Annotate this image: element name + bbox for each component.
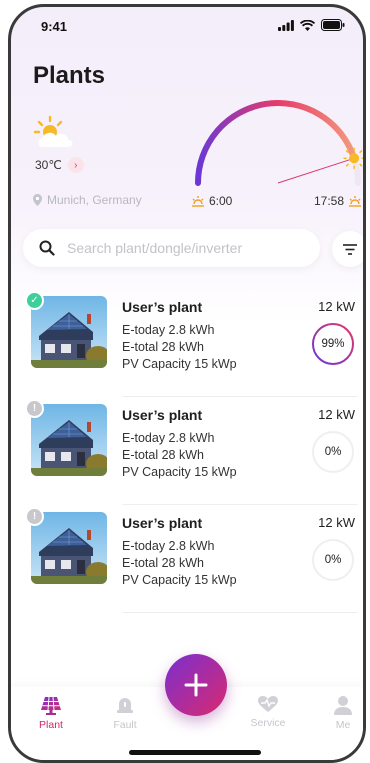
plant-item[interactable]: ! User’s plant E-today 2.8 kWh E-total 2… [11, 397, 363, 505]
location: Munich, Germany [33, 193, 142, 207]
wifi-icon [300, 19, 315, 31]
plant-image [31, 404, 107, 476]
pv-capacity: PV Capacity 15 kWp [122, 465, 237, 479]
sunset: 17:58 [314, 194, 362, 208]
status-warning-icon: ! [25, 399, 44, 418]
sunset-icon [349, 196, 362, 207]
e-total: E-total 28 kWh [122, 340, 204, 354]
status-bar: 9:41 [11, 7, 363, 47]
percent-label: 0% [324, 554, 342, 566]
tab-me[interactable]: Me [313, 695, 363, 731]
status-icons [278, 19, 345, 31]
tab-label: Fault [113, 719, 137, 731]
tab-label: Plant [39, 719, 63, 731]
sun-path-gauge [195, 99, 363, 186]
pv-capacity: PV Capacity 15 kWp [122, 357, 237, 371]
sunrise-icon [192, 196, 204, 207]
battery-icon [321, 19, 345, 31]
home-indicator [129, 750, 261, 755]
signal-icon [278, 19, 294, 31]
plant-power: 12 kW [318, 515, 355, 530]
e-today: E-today 2.8 kWh [122, 431, 215, 445]
plant-power: 12 kW [318, 407, 355, 422]
heart-pulse-icon [258, 696, 278, 712]
pv-capacity: PV Capacity 15 kWp [122, 573, 237, 587]
percent-label: 99% [321, 338, 345, 350]
tab-service[interactable]: Service [238, 695, 298, 729]
percent-ring: 0% [311, 430, 355, 474]
e-total: E-total 28 kWh [122, 556, 204, 570]
add-plant-button[interactable] [165, 654, 227, 716]
status-warning-icon: ! [25, 507, 44, 526]
plant-name: User’s plant [122, 515, 203, 531]
plant-list: ✓ User’s plant E-today 2.8 kWh E-total 2… [11, 289, 363, 613]
sunrise: 6:00 [191, 194, 232, 208]
percent-ring: 0% [311, 538, 355, 582]
e-today: E-today 2.8 kWh [122, 539, 215, 553]
person-icon [334, 696, 352, 715]
tab-fault[interactable]: Fault [95, 695, 155, 731]
search-bar[interactable] [23, 229, 320, 267]
plant-power: 12 kW [318, 299, 355, 314]
plant-image [31, 296, 107, 368]
status-ok-icon: ✓ [25, 291, 44, 310]
location-pin-icon [33, 194, 42, 206]
temperature: 30℃ [35, 158, 62, 172]
solar-panel-icon [41, 696, 61, 715]
percent-ring: 99% [311, 322, 355, 366]
temperature-row[interactable]: 30℃ › [35, 157, 84, 173]
e-today: E-today 2.8 kWh [122, 323, 215, 337]
tab-plant[interactable]: Plant [21, 695, 81, 731]
partly-cloudy-icon [33, 115, 73, 147]
sunrise-time: 6:00 [209, 194, 233, 208]
status-time: 9:41 [41, 19, 68, 34]
chevron-right-icon[interactable]: › [67, 157, 84, 173]
filter-button[interactable] [332, 231, 363, 267]
sunset-time: 17:58 [314, 194, 345, 208]
phone-frame: 9:41 Plants 30℃ › Munich, Germany 6:00 1… [8, 4, 366, 763]
search-icon [39, 240, 55, 256]
e-total: E-total 28 kWh [122, 448, 204, 462]
percent-label: 0% [324, 446, 342, 458]
location-text: Munich, Germany [47, 193, 142, 207]
plant-image [31, 512, 107, 584]
tab-label: Service [250, 717, 286, 729]
divider [123, 612, 357, 613]
plant-name: User’s plant [122, 299, 203, 315]
tab-label: Me [335, 719, 351, 731]
plant-item[interactable]: ! User’s plant E-today 2.8 kWh E-total 2… [11, 505, 363, 613]
page-title: Plants [33, 62, 106, 89]
search-input[interactable] [65, 239, 309, 257]
plant-item[interactable]: ✓ User’s plant E-today 2.8 kWh E-total 2… [11, 289, 363, 397]
plant-name: User’s plant [122, 407, 203, 423]
plus-icon [184, 673, 208, 697]
filter-icon [343, 243, 357, 255]
alarm-icon [117, 698, 133, 713]
